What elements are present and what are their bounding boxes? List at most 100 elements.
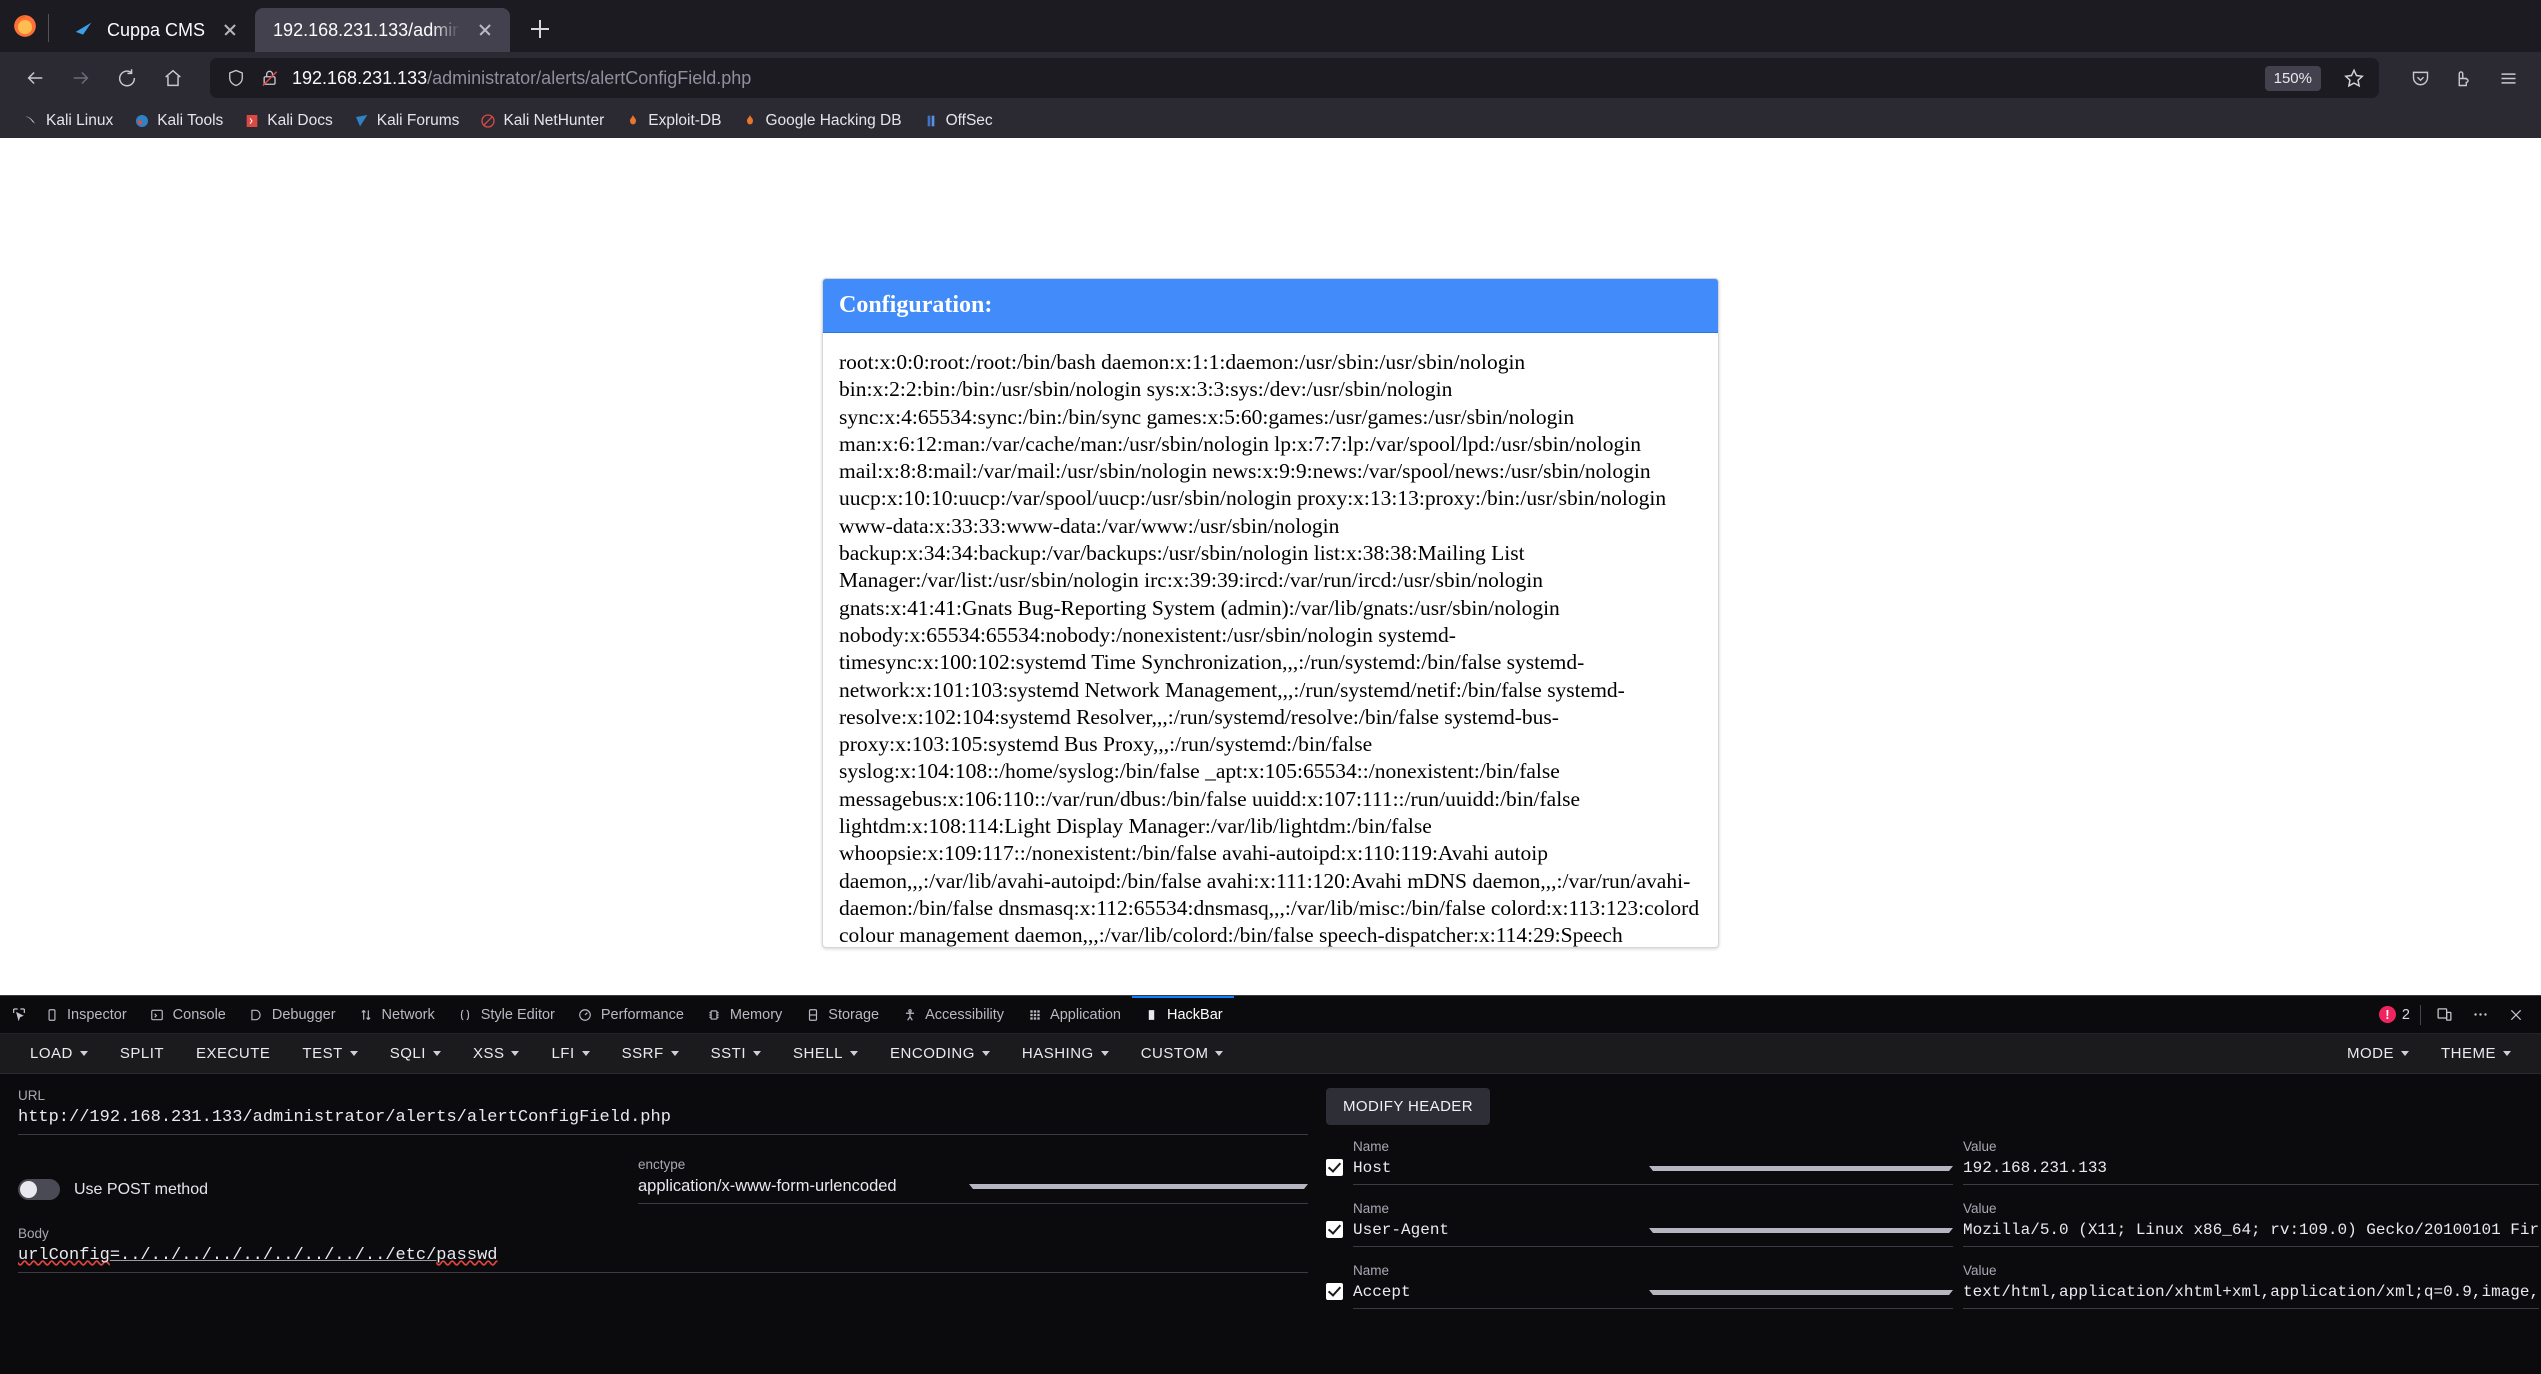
tab-label: Storage — [828, 1006, 880, 1023]
header-value-input[interactable]: text/html,application/xhtml+xml,applicat… — [1963, 1283, 2540, 1309]
browser-tab-active[interactable]: 192.168.231.133/administrato — [255, 8, 511, 52]
button-label: EXECUTE — [196, 1045, 271, 1062]
hackbar-ssti-button[interactable]: SSTI — [695, 1034, 777, 1074]
kali-nethunter-icon — [479, 112, 497, 130]
home-button[interactable] — [152, 57, 194, 99]
tab-debugger[interactable]: Debugger — [237, 996, 347, 1034]
button-label: CUSTOM — [1140, 1045, 1209, 1062]
header-name-field[interactable]: Name Host — [1353, 1139, 1953, 1185]
header-value-input[interactable]: Mozilla/5.0 (X11; Linux x86_64; rv:109.0… — [1963, 1221, 2540, 1247]
bookmark-exploit-db[interactable]: Exploit-DB — [616, 109, 729, 133]
tab-title: Cuppa CMS — [107, 19, 206, 40]
body-input[interactable]: urlConfig=../../../../../../../../../etc… — [18, 1246, 1308, 1273]
debugger-icon — [248, 1006, 265, 1023]
header-value-field[interactable]: Value Mozilla/5.0 (X11; Linux x86_64; rv… — [1963, 1201, 2540, 1247]
modify-header-button[interactable]: MODIFY HEADER — [1326, 1088, 1490, 1125]
hackbar-mode-button[interactable]: MODE — [2331, 1034, 2425, 1074]
header-value-field[interactable]: Value 192.168.231.133 — [1963, 1139, 2540, 1185]
header-row-accept: Name Accept Value text/html,application/… — [1326, 1263, 2541, 1309]
bookmark-google-hacking-db[interactable]: Google Hacking DB — [733, 109, 909, 133]
hackbar-hashing-button[interactable]: HASHING — [1006, 1034, 1125, 1074]
enctype-field[interactable]: enctype application/x-www-form-urlencode… — [638, 1157, 1308, 1204]
url-bar[interactable]: 192.168.231.133/administrator/alerts/ale… — [210, 58, 2379, 98]
responsive-design-mode-icon[interactable] — [2431, 1002, 2457, 1028]
tab-hackbar[interactable]: HackBar — [1131, 995, 1234, 1034]
toggle-switch[interactable] — [18, 1179, 60, 1200]
tab-accessibility[interactable]: Accessibility — [890, 996, 1015, 1034]
button-label: HASHING — [1021, 1045, 1094, 1062]
tab-style-editor[interactable]: Style Editor — [446, 996, 566, 1034]
tab-strip: Cuppa CMS 192.168.231.133/administrato — [0, 0, 2541, 52]
bookmark-kali-linux[interactable]: Kali Linux — [14, 109, 121, 133]
reload-button[interactable] — [106, 57, 148, 99]
extensions-icon[interactable] — [2445, 59, 2483, 97]
body-target-file: passwd — [436, 1246, 498, 1265]
tab-label: HackBar — [1166, 1006, 1223, 1023]
hackbar-sqli-button[interactable]: SQLI — [374, 1034, 457, 1074]
header-name-field[interactable]: Name User-Agent — [1353, 1201, 1953, 1247]
hackbar-theme-button[interactable]: THEME — [2425, 1034, 2527, 1074]
bookmark-kali-docs[interactable]: Kali Docs — [235, 109, 340, 133]
application-menu-icon[interactable] — [2489, 59, 2527, 97]
hackbar-encoding-button[interactable]: ENCODING — [874, 1034, 1006, 1074]
header-name-field[interactable]: Name Accept — [1353, 1263, 1953, 1309]
hackbar-custom-button[interactable]: CUSTOM — [1125, 1034, 1240, 1074]
browser-tab-cuppa-cms[interactable]: Cuppa CMS — [55, 8, 255, 52]
tab-label: Debugger — [271, 1006, 336, 1023]
button-label: SPLIT — [119, 1045, 165, 1062]
bookmark-star-icon[interactable] — [2337, 61, 2371, 95]
bookmark-kali-nethunter[interactable]: Kali NetHunter — [471, 109, 612, 133]
header-enabled-checkbox[interactable] — [1326, 1283, 1343, 1300]
chevron-down-icon — [349, 1051, 358, 1056]
hackbar-body-field[interactable]: Body urlConfig=../../../../../../../../.… — [18, 1226, 1308, 1273]
close-devtools-icon[interactable] — [2503, 1002, 2529, 1028]
hackbar-url-field[interactable]: URL http://192.168.231.133/administrator… — [18, 1088, 1308, 1135]
header-value-input[interactable]: 192.168.231.133 — [1963, 1159, 2540, 1185]
tab-network[interactable]: Network — [347, 996, 446, 1034]
close-icon[interactable] — [217, 17, 243, 43]
tab-storage[interactable]: Storage — [793, 996, 890, 1034]
hackbar-load-button[interactable]: LOAD — [14, 1034, 104, 1074]
body-traversal: =../../../../../../../../../etc/ — [109, 1246, 437, 1265]
inspector-icon — [43, 1006, 60, 1023]
zoom-level-badge[interactable]: 150% — [2264, 65, 2321, 91]
lock-crossed-icon[interactable] — [258, 66, 282, 90]
bookmark-kali-tools[interactable]: Kali Tools — [125, 109, 231, 133]
back-button[interactable] — [14, 57, 56, 99]
bookmark-kali-forums[interactable]: Kali Forums — [345, 109, 468, 133]
hackbar-execute-button[interactable]: EXECUTE — [180, 1034, 286, 1074]
hackbar-lfi-button[interactable]: LFI — [535, 1034, 605, 1074]
header-name-label: Name — [1353, 1139, 1390, 1154]
tab-label: Style Editor — [480, 1006, 555, 1023]
hackbar-split-button[interactable]: SPLIT — [104, 1034, 180, 1074]
tab-memory[interactable]: Memory — [695, 996, 793, 1034]
close-icon[interactable] — [472, 17, 498, 43]
divider — [2420, 1004, 2421, 1025]
shield-icon[interactable] — [224, 66, 248, 90]
header-enabled-checkbox[interactable] — [1326, 1221, 1343, 1238]
header-value-field[interactable]: Value text/html,application/xhtml+xml,ap… — [1963, 1263, 2540, 1309]
header-name-select[interactable]: Host — [1353, 1159, 1953, 1185]
header-name-select[interactable]: Accept — [1353, 1283, 1953, 1309]
element-picker-icon[interactable] — [6, 1002, 32, 1028]
new-tab-button[interactable] — [520, 9, 560, 49]
forward-button[interactable] — [60, 57, 102, 99]
post-method-toggle[interactable]: Use POST method — [18, 1179, 598, 1204]
save-to-pocket-icon[interactable] — [2401, 59, 2439, 97]
hackbar-shell-button[interactable]: SHELL — [777, 1034, 874, 1074]
tab-label: Network — [381, 1006, 435, 1023]
tab-inspector[interactable]: Inspector — [32, 996, 138, 1034]
tab-console[interactable]: Console — [138, 996, 237, 1034]
hackbar-test-button[interactable]: TEST — [286, 1034, 373, 1074]
bookmark-offsec[interactable]: OffSec — [914, 109, 1001, 133]
hackbar-xss-button[interactable]: XSS — [457, 1034, 536, 1074]
header-name-select[interactable]: User-Agent — [1353, 1221, 1953, 1247]
hackbar-ssrf-button[interactable]: SSRF — [606, 1034, 695, 1074]
tab-application[interactable]: Application — [1015, 996, 1132, 1034]
header-enabled-checkbox[interactable] — [1326, 1159, 1343, 1176]
url-input[interactable]: http://192.168.231.133/administrator/ale… — [18, 1108, 1308, 1135]
enctype-select[interactable]: application/x-www-form-urlencoded — [638, 1177, 1308, 1204]
error-count-badge[interactable]: ! 2 — [2378, 1006, 2410, 1023]
tab-performance[interactable]: Performance — [566, 996, 695, 1034]
more-options-icon[interactable] — [2467, 1002, 2493, 1028]
